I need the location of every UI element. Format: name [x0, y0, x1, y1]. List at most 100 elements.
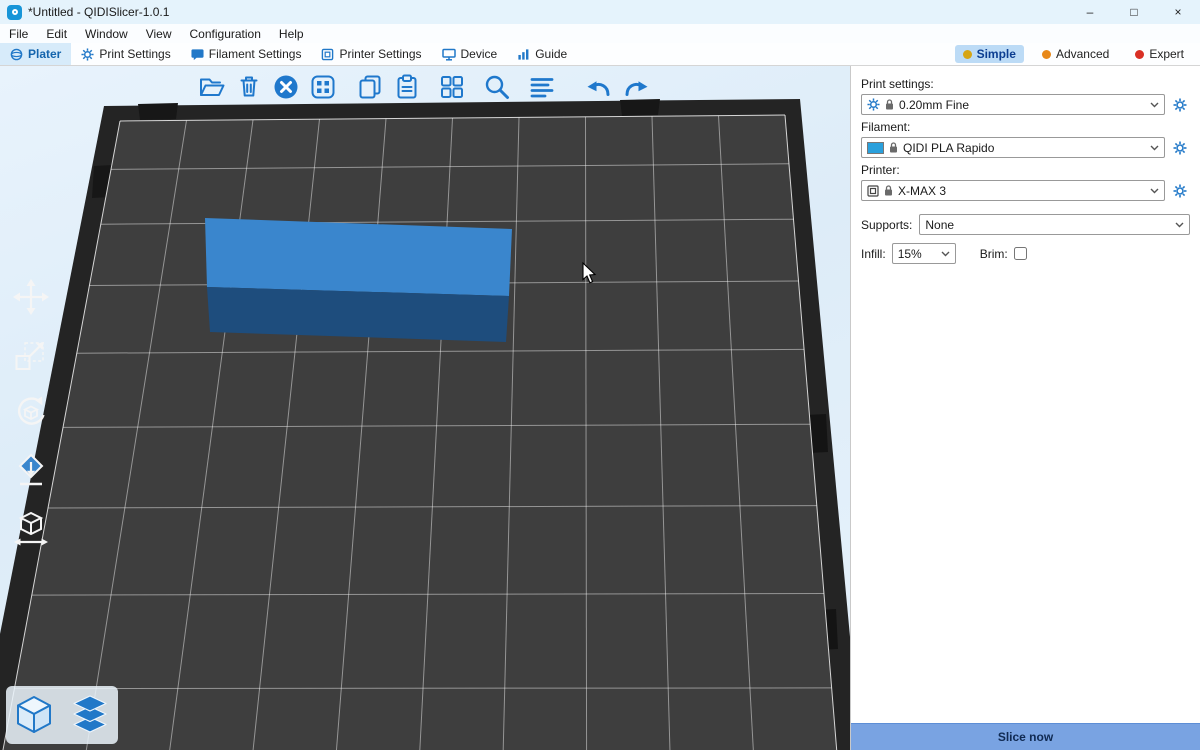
viewport-3d[interactable] [0, 66, 850, 750]
tab-device[interactable]: Device [432, 43, 508, 65]
print-settings-value: 0.20mm Fine [899, 98, 969, 112]
layers-preview-icon [68, 693, 112, 737]
chevron-down-icon [1150, 102, 1159, 108]
slice-now-button[interactable]: Slice now [851, 723, 1200, 750]
chevron-down-icon [1150, 188, 1159, 194]
infill-value: 15% [898, 247, 922, 261]
menu-item-view[interactable]: View [137, 24, 181, 43]
preset-gear-icon [867, 98, 880, 111]
filament-combo[interactable]: QIDI PLA Rapido [861, 137, 1165, 158]
model-object[interactable] [205, 218, 512, 342]
paste-icon [393, 73, 421, 101]
menu-item-edit[interactable]: Edit [37, 24, 76, 43]
settings-sidebar: Print settings: 0.20mm Fine [850, 66, 1200, 750]
window-title: *Untitled - QIDISlicer-1.0.1 [28, 5, 169, 19]
supports-combo[interactable]: None [919, 214, 1190, 235]
scale-tool-icon [11, 335, 51, 375]
plater-toolbar [196, 71, 652, 103]
printer-combo[interactable]: X-MAX 3 [861, 180, 1165, 201]
mode-advanced-button[interactable]: Advanced [1034, 45, 1117, 63]
print-settings-label: Print settings: [861, 77, 1190, 91]
infill-combo[interactable]: 15% [892, 243, 956, 264]
window-titlebar: *Untitled - QIDISlicer-1.0.1 – □ × [0, 0, 1200, 24]
scale-tool-button[interactable] [10, 334, 52, 376]
paste-button[interactable] [391, 71, 423, 103]
trash-icon [235, 73, 263, 101]
tab-guide[interactable]: Guide [507, 43, 577, 65]
printer-settings-icon [321, 48, 334, 61]
rotate-tool-icon [11, 393, 51, 433]
supports-value: None [925, 218, 954, 232]
menu-item-help[interactable]: Help [270, 24, 313, 43]
infill-label: Infill: [861, 247, 886, 261]
chevron-down-icon [1150, 145, 1159, 151]
printer-value: X-MAX 3 [898, 184, 946, 198]
gear-icon [1173, 184, 1187, 198]
printer-label: Printer: [861, 163, 1190, 177]
expert-mode-dot-icon [1135, 50, 1144, 59]
tab-plater[interactable]: Plater [0, 43, 71, 65]
arrange-button[interactable] [307, 71, 339, 103]
split-objects-icon [438, 73, 466, 101]
delete-all-button[interactable] [270, 71, 302, 103]
tab-print-settings[interactable]: Print Settings [71, 43, 180, 65]
arrange-icon [309, 73, 337, 101]
layer-height-icon [528, 73, 556, 101]
split-objects-button[interactable] [436, 71, 468, 103]
print-settings-icon [81, 48, 94, 61]
edit-printer-button[interactable] [1170, 181, 1190, 201]
mode-simple-button[interactable]: Simple [955, 45, 1024, 63]
preview-view-button[interactable] [66, 690, 114, 740]
edit-print-settings-button[interactable] [1170, 95, 1190, 115]
variable-layer-height-button[interactable] [526, 71, 558, 103]
menu-item-window[interactable]: Window [76, 24, 137, 43]
tab-filament-settings[interactable]: Filament Settings [181, 43, 312, 65]
gizmo-toolbar [10, 276, 52, 550]
open-folder-icon [198, 73, 226, 101]
mode-expert-button[interactable]: Expert [1127, 45, 1192, 63]
print-bed-surface[interactable] [0, 115, 838, 750]
filament-value: QIDI PLA Rapido [903, 141, 994, 155]
view-switcher [6, 686, 118, 744]
move-tool-icon [11, 277, 51, 317]
copy-icon [356, 73, 384, 101]
delete-button[interactable] [233, 71, 265, 103]
tabbar: Plater Print Settings Filament Settings … [0, 43, 1200, 66]
bed-canvas [0, 66, 850, 750]
open-project-button[interactable] [196, 71, 228, 103]
lock-icon [884, 185, 893, 196]
print-settings-combo[interactable]: 0.20mm Fine [861, 94, 1165, 115]
move-tool-button[interactable] [10, 276, 52, 318]
rotate-tool-button[interactable] [10, 392, 52, 434]
search-icon [483, 73, 511, 101]
delete-all-icon [272, 73, 300, 101]
editor-view-button[interactable] [10, 690, 58, 740]
gear-icon [1173, 98, 1187, 112]
guide-icon [517, 48, 530, 61]
menu-item-configuration[interactable]: Configuration [181, 24, 270, 43]
supports-label: Supports: [861, 218, 912, 232]
redo-button[interactable] [620, 71, 652, 103]
redo-icon [621, 73, 651, 101]
undo-button[interactable] [583, 71, 615, 103]
maximize-button[interactable]: □ [1112, 0, 1156, 24]
chevron-down-icon [1175, 222, 1184, 228]
minimize-button[interactable]: – [1068, 0, 1112, 24]
qidi-logo-icon [7, 5, 22, 20]
lock-icon [885, 99, 894, 110]
printer-icon [867, 185, 879, 197]
measure-tool-button[interactable] [10, 508, 52, 550]
tab-printer-settings[interactable]: Printer Settings [311, 43, 431, 65]
measure-tool-icon [11, 509, 51, 549]
filament-color-swatch [867, 142, 884, 154]
undo-icon [584, 73, 614, 101]
place-on-face-tool-button[interactable] [10, 450, 52, 492]
advanced-mode-dot-icon [1042, 50, 1051, 59]
device-icon [442, 48, 456, 61]
brim-checkbox[interactable] [1014, 247, 1027, 260]
edit-filament-button[interactable] [1170, 138, 1190, 158]
close-button[interactable]: × [1156, 0, 1200, 24]
copy-button[interactable] [354, 71, 386, 103]
menu-item-file[interactable]: File [0, 24, 37, 43]
search-button[interactable] [481, 71, 513, 103]
